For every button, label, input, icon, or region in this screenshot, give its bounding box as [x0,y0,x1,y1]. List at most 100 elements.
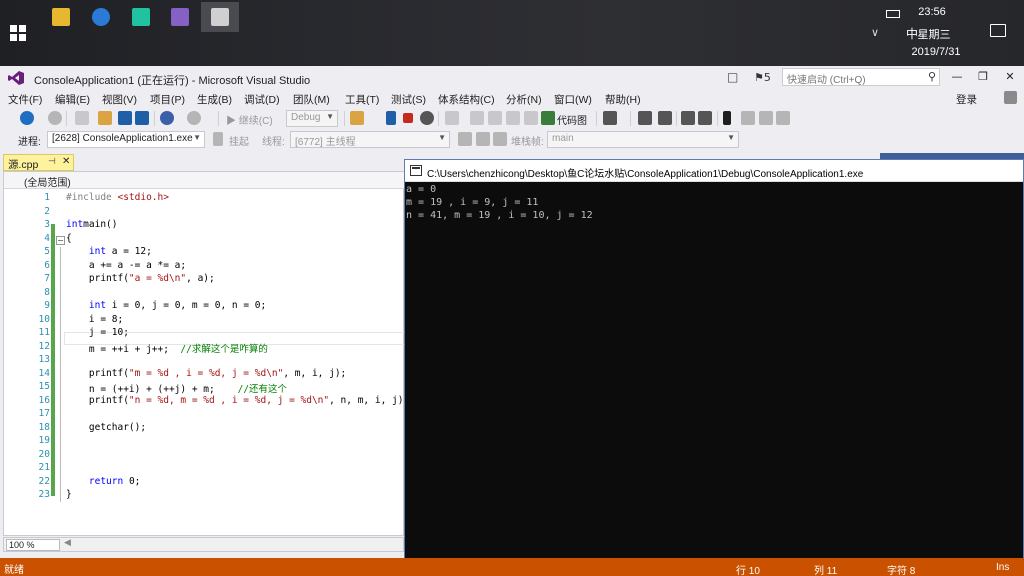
process-select[interactable]: [2628] ConsoleApplication1.exe ▼ [47,131,205,148]
collapse-icon[interactable]: − [56,236,65,245]
stack-frame-select[interactable]: main ▼ [547,131,739,148]
menu-file[interactable]: 文件(F) [8,92,42,107]
menu-help[interactable]: 帮助(H) [605,92,641,107]
open-file-icon[interactable] [98,111,112,125]
tab-source-cpp[interactable]: 源.cpp ⊣ ✕ [3,154,74,171]
notifications-badge[interactable]: ⚑5 [754,71,771,84]
menu-project[interactable]: 项目(P) [150,92,185,107]
code-line[interactable]: printf("m = %d , i = %d, j = %d\n", m, i… [66,368,346,379]
forward-icon[interactable] [48,111,62,125]
stop-icon[interactable] [403,113,413,123]
menu-test[interactable]: 测试(S) [391,92,426,107]
close-button[interactable]: ✕ [999,68,1021,86]
thread-select[interactable]: [6772] 主线程 ▼ [290,131,450,148]
file-explorer-icon[interactable] [42,2,80,32]
clock-date[interactable]: 2019/7/31 [896,46,976,58]
code-line[interactable]: a += a -= a *= a; [66,260,186,271]
filter-icon[interactable] [458,132,472,146]
code-line[interactable]: intmain() [66,219,118,230]
uncomment-icon[interactable] [698,111,712,125]
menu-edit[interactable]: 编辑(E) [55,92,90,107]
account-icon[interactable] [1004,91,1017,104]
menu-debug[interactable]: 调试(D) [244,92,280,107]
code-line[interactable]: } [66,489,72,500]
code-editor[interactable]: (全局范围) − 1 2 3 4 5 6 7 8 9 10 11 12 13 1… [3,171,409,536]
close-icon[interactable]: ✕ [62,156,70,167]
clear-bookmarks-icon[interactable] [776,111,790,125]
restart-icon[interactable] [420,111,434,125]
attach-icon[interactable] [350,111,364,125]
comment-icon[interactable] [681,111,695,125]
menu-team[interactable]: 团队(M) [293,92,330,107]
refresh-icon[interactable] [524,111,538,125]
suspend-button[interactable]: 挂起 [229,133,249,148]
undo-icon[interactable] [160,111,174,125]
save-all-icon[interactable] [135,111,149,125]
menu-architecture[interactable]: 体系结构(C) [438,92,495,107]
show-next-statement-icon[interactable] [445,111,459,125]
separator [596,111,597,126]
battery-icon[interactable] [886,10,900,18]
flag-threads-icon[interactable] [476,132,490,146]
save-icon[interactable] [118,111,132,125]
format-icon[interactable] [638,111,652,125]
visual-studio-icon[interactable] [161,2,199,32]
code-line[interactable]: printf("a = %d\n", a); [66,273,215,284]
continue-button[interactable]: ▶ 继续(C) [226,112,273,127]
code-map-icon[interactable] [541,111,555,125]
parallel-stacks-icon[interactable] [493,132,507,146]
step-into-icon[interactable] [470,111,484,125]
menu-tools[interactable]: 工具(T) [345,92,379,107]
menu-analyze[interactable]: 分析(N) [506,92,542,107]
tools-icon[interactable] [603,111,617,125]
clock-weekday[interactable]: 星期三 [904,26,964,42]
code-line[interactable]: getchar(); [66,422,146,433]
redo-icon[interactable] [187,111,201,125]
quick-launch-input[interactable]: 快速启动 (Ctrl+Q) ⚲ [782,68,940,86]
lifecycle-events-icon[interactable] [213,132,223,146]
console-window[interactable]: C:\Users\chenzhicong\Desktop\鱼C论坛水贴\Cons… [404,159,1024,567]
code-line[interactable]: i = 8; [66,314,123,325]
break-all-icon[interactable] [386,111,396,125]
scroll-left-icon[interactable]: ◀ [64,538,71,548]
step-out-icon[interactable] [506,111,520,125]
search-icon[interactable]: ⚲ [928,70,936,83]
code-line[interactable]: int a = 12; [66,246,152,257]
bookmark-icon[interactable] [723,111,731,125]
console-app-icon[interactable] [201,2,239,32]
zoom-select[interactable]: 100 % [6,539,60,551]
scope-select[interactable]: (全局范围) [4,172,405,189]
code-line[interactable]: return 0; [66,476,141,487]
feedback-icon[interactable]: □ [727,70,738,84]
sign-in-link[interactable]: 登录 [956,92,977,107]
new-project-icon[interactable] [75,111,89,125]
code-line[interactable]: #include <stdio.h> [66,192,169,203]
code-line[interactable]: int i = 0, j = 0, m = 0, n = 0; [66,300,266,311]
next-bookmark-icon[interactable] [759,111,773,125]
pin-icon[interactable]: ⊣ [48,157,56,167]
code-map-label[interactable]: 代码图 [557,112,587,127]
align-icon[interactable] [658,111,672,125]
code-line[interactable]: n = (++i) + (++j) + m; //还有这个 [66,381,287,395]
minimize-button[interactable]: — [946,68,968,86]
back-icon[interactable] [20,111,34,125]
menu-window[interactable]: 窗口(W) [554,92,592,107]
pycharm-icon[interactable] [122,2,160,32]
code-line[interactable]: j = 10; [66,327,129,338]
menu-build[interactable]: 生成(B) [197,92,232,107]
windows-start-icon[interactable] [10,25,26,41]
chevron-down-icon[interactable]: ∨ [871,26,879,39]
action-center-icon[interactable] [990,24,1006,37]
restore-button[interactable]: ❐ [972,68,994,86]
clock-time[interactable]: 23:56 [902,6,962,18]
step-over-icon[interactable] [488,111,502,125]
console-title-bar[interactable]: C:\Users\chenzhicong\Desktop\鱼C论坛水贴\Cons… [405,160,1023,182]
code-line[interactable]: m = ++i + j++; //求解这个是咋算的 [66,341,268,355]
code-area[interactable]: − 1 2 3 4 5 6 7 8 9 10 11 12 13 14 15 16… [4,190,409,535]
code-line[interactable]: printf("n = %d, m = %d , i = %d, j = %d\… [66,395,409,406]
edge-icon[interactable] [82,2,120,32]
code-line[interactable]: { [66,233,72,244]
configuration-select[interactable]: Debug ▼ [286,110,338,127]
prev-bookmark-icon[interactable] [741,111,755,125]
menu-view[interactable]: 视图(V) [102,92,137,107]
